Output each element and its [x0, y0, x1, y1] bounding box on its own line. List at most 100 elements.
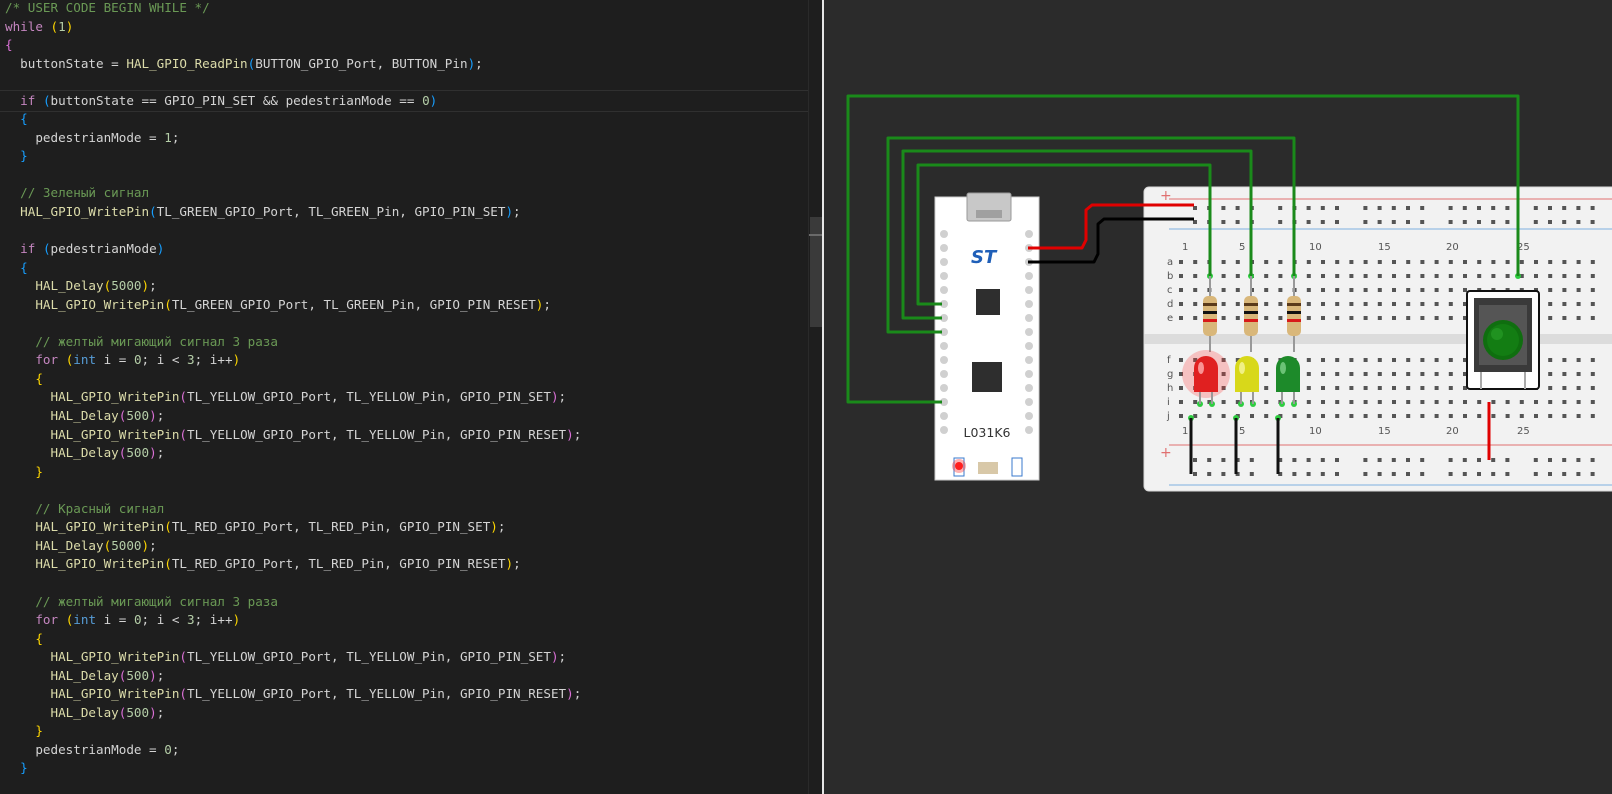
- code-line[interactable]: pedestrianMode = 1;: [5, 129, 581, 148]
- code-line[interactable]: }: [5, 463, 581, 482]
- row-letter: h: [1167, 383, 1173, 394]
- code-line[interactable]: HAL_GPIO_WritePin(TL_YELLOW_GPIO_Port, T…: [5, 388, 581, 407]
- pin: [1025, 328, 1033, 336]
- code-token: 3: [187, 612, 195, 628]
- code-token: }: [20, 760, 28, 776]
- code-line[interactable]: HAL_Delay(5000);: [5, 277, 581, 296]
- code-line[interactable]: HAL_GPIO_WritePin(TL_YELLOW_GPIO_Port, T…: [5, 648, 581, 667]
- code-line[interactable]: // желтый мигающий сигнал 3 раза: [5, 333, 581, 352]
- code-line[interactable]: [5, 574, 581, 593]
- hole: [1548, 400, 1553, 404]
- code-line[interactable]: HAL_GPIO_WritePin(TL_GREEN_GPIO_Port, TL…: [5, 296, 581, 315]
- code-line[interactable]: {: [5, 110, 581, 129]
- hole: [1363, 386, 1368, 390]
- code-line[interactable]: HAL_GPIO_WritePin(TL_RED_GPIO_Port, TL_R…: [5, 518, 581, 537]
- hole: [1548, 358, 1553, 362]
- hole: [1477, 220, 1481, 224]
- hole: [1406, 386, 1411, 390]
- hole: [1321, 302, 1325, 306]
- hole: [1306, 472, 1311, 476]
- code-token: int: [73, 352, 97, 368]
- code-line[interactable]: [5, 481, 581, 500]
- code-editor[interactable]: /* USER CODE BEGIN WHILE */while (1){ bu…: [0, 0, 822, 794]
- code-line[interactable]: pedestrianMode = 0;: [5, 741, 581, 760]
- code-line[interactable]: HAL_Delay(500);: [5, 667, 581, 686]
- code-line[interactable]: HAL_Delay(500);: [5, 444, 581, 463]
- code-line[interactable]: {: [5, 36, 581, 55]
- code-line[interactable]: HAL_Delay(500);: [5, 704, 581, 723]
- code-line[interactable]: HAL_Delay(5000);: [5, 537, 581, 556]
- code-token: (: [179, 389, 187, 405]
- hole: [1391, 472, 1396, 476]
- hole: [1406, 302, 1411, 306]
- hole: [1463, 260, 1467, 264]
- hole: [1576, 288, 1581, 292]
- hole: [1349, 260, 1354, 264]
- code-line[interactable]: [5, 166, 581, 185]
- hole: [1392, 288, 1396, 292]
- hole: [1193, 472, 1197, 476]
- code-token: 500: [126, 667, 150, 683]
- code-line[interactable]: }: [5, 147, 581, 166]
- code-line[interactable]: HAL_GPIO_WritePin(TL_RED_GPIO_Port, TL_R…: [5, 555, 581, 574]
- code-line[interactable]: // Зеленый сигнал: [5, 184, 581, 203]
- code-token: for: [35, 352, 59, 368]
- code-line[interactable]: HAL_Delay(500);: [5, 407, 581, 426]
- code-line[interactable]: // Красный сигнал: [5, 500, 581, 519]
- code-content[interactable]: /* USER CODE BEGIN WHILE */while (1){ bu…: [5, 0, 581, 778]
- code-line[interactable]: {: [5, 370, 581, 389]
- code-line[interactable]: for (int i = 0; i < 3; i++): [5, 611, 581, 630]
- code-line[interactable]: buttonState = HAL_GPIO_ReadPin(BUTTON_GP…: [5, 55, 581, 74]
- code-token: ): [149, 445, 157, 461]
- hole: [1548, 206, 1552, 210]
- code-line[interactable]: [5, 314, 581, 333]
- code-line[interactable]: if (pedestrianMode): [5, 240, 581, 259]
- code-line[interactable]: [5, 222, 581, 241]
- hole: [1576, 274, 1581, 278]
- hole: [1562, 472, 1567, 476]
- hole: [1306, 316, 1311, 320]
- hole: [1264, 414, 1269, 418]
- hole: [1590, 458, 1595, 462]
- code-token: 500: [126, 408, 150, 424]
- hole: [1221, 472, 1226, 476]
- code-line[interactable]: {: [5, 630, 581, 649]
- code-token: {: [5, 37, 13, 53]
- code-line[interactable]: }: [5, 759, 581, 778]
- hole: [1420, 260, 1425, 264]
- code-line[interactable]: HAL_GPIO_WritePin(TL_YELLOW_GPIO_Port, T…: [5, 426, 582, 445]
- code-line[interactable]: [5, 73, 581, 92]
- code-line[interactable]: for (int i = 0; i < 3; i++): [5, 351, 581, 370]
- code-token: ;: [513, 556, 521, 572]
- hole: [1562, 288, 1567, 292]
- hole: [1349, 302, 1354, 306]
- code-token: 500: [126, 445, 150, 461]
- circuit-simulator[interactable]: + + abcdefghij 1 5 10 15 20 25 1 5 10 15 20 25 ST L…: [824, 0, 1612, 794]
- hole: [1491, 220, 1496, 224]
- code-line[interactable]: while (1): [5, 18, 581, 37]
- code-line[interactable]: HAL_GPIO_WritePin(TL_YELLOW_GPIO_Port, T…: [5, 685, 582, 704]
- hole: [1221, 274, 1226, 278]
- hole: [1335, 274, 1340, 278]
- editor-scrollbar[interactable]: [808, 0, 822, 794]
- code-line[interactable]: if (buttonState == GPIO_PIN_SET && pedes…: [5, 92, 581, 111]
- code-token: TL_RED_GPIO_Port, TL_RED_Pin, GPIO_PIN_R…: [171, 556, 506, 572]
- hole: [1207, 414, 1212, 418]
- code-line[interactable]: }: [5, 722, 581, 741]
- column-number: 15: [1378, 242, 1391, 253]
- hole: [1335, 386, 1340, 390]
- code-line[interactable]: /* USER CODE BEGIN WHILE */: [5, 0, 581, 18]
- code-token: int: [73, 612, 97, 628]
- code-line[interactable]: {: [5, 259, 581, 278]
- code-line[interactable]: HAL_GPIO_WritePin(TL_GREEN_GPIO_Port, TL…: [5, 203, 581, 222]
- hole: [1420, 274, 1425, 278]
- code-line[interactable]: // желтый мигающий сигнал 3 раза: [5, 593, 581, 612]
- code-token: ;: [497, 519, 506, 535]
- push-button[interactable]: [1466, 290, 1540, 390]
- hole: [1335, 458, 1339, 462]
- code-token: ): [156, 241, 165, 257]
